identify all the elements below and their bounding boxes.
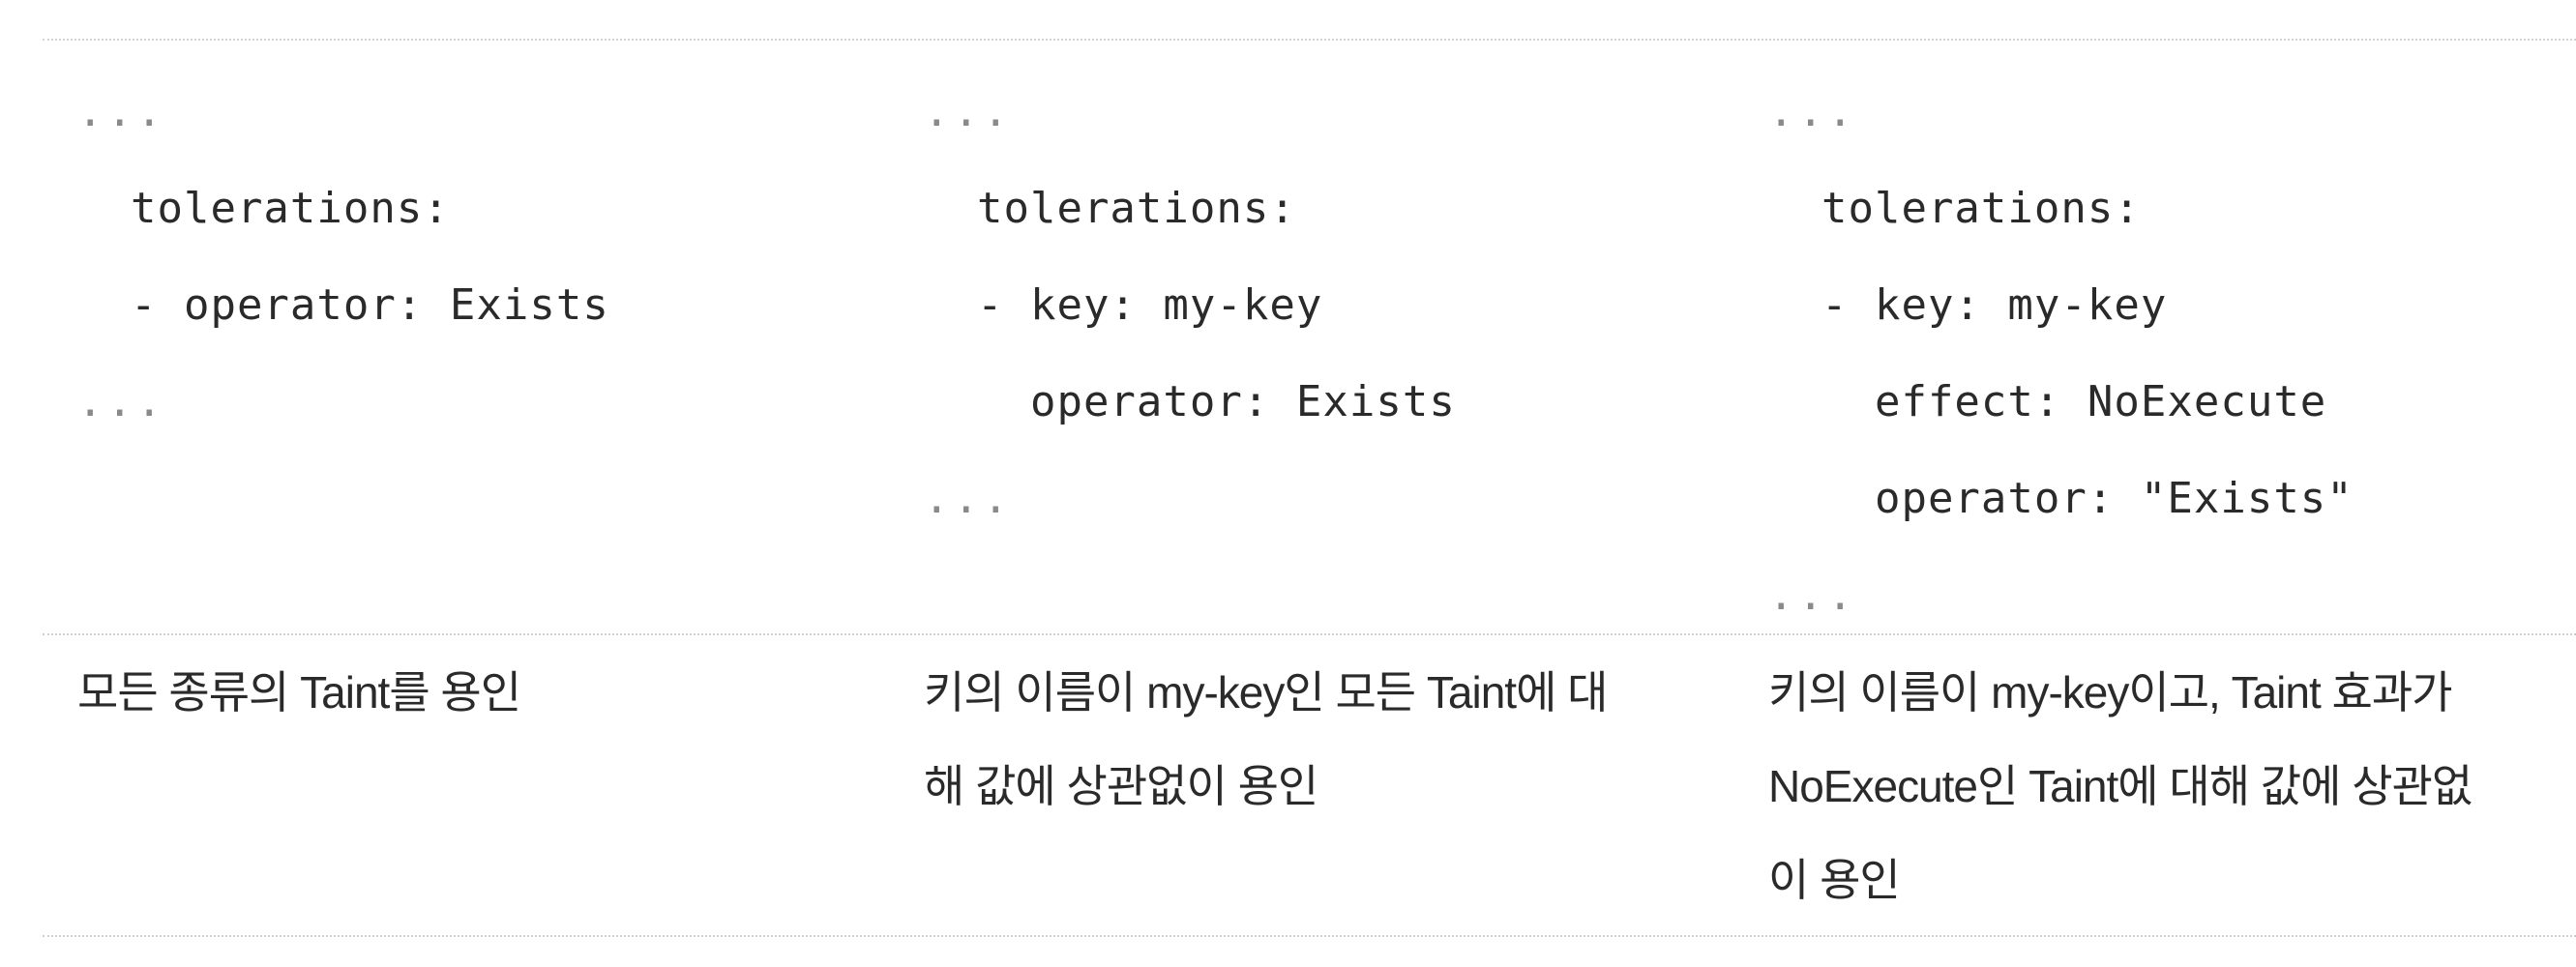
table-middle-rule: [43, 633, 2576, 635]
code-line: tolerations:: [1768, 184, 2141, 233]
code-line: ...: [924, 87, 1013, 136]
code-block-3: ... tolerations: - key: my-key effect: N…: [1768, 64, 2354, 644]
description-line: 키의 이름이 my-key인 모든 Taint에 대: [924, 667, 1609, 718]
description-1: 모든 종류의 Taint를 용인: [77, 646, 880, 740]
code-line: ...: [77, 377, 166, 426]
code-block-1: ... tolerations: - operator: Exists ...: [77, 64, 609, 451]
code-line: operator: Exists: [924, 377, 1456, 426]
description-line: NoExecute인 Taint에 대해 값에 상관없: [1768, 761, 2472, 811]
code-line: - key: my-key: [924, 280, 1323, 330]
code-line: tolerations:: [77, 184, 450, 233]
code-line: effect: NoExecute: [1768, 377, 2327, 426]
table-top-rule: [43, 39, 2576, 41]
code-line: ...: [1768, 87, 1857, 136]
description-line: 모든 종류의 Taint를 용인: [77, 667, 521, 718]
code-line: tolerations:: [924, 184, 1296, 233]
code-line: - key: my-key: [1768, 280, 2168, 330]
code-line: ...: [1768, 571, 1857, 620]
description-3: 키의 이름이 my-key이고, Taint 효과가 NoExecute인 Ta…: [1768, 646, 2557, 927]
description-line: 해 값에 상관없이 용인: [924, 761, 1318, 811]
code-line: operator: "Exists": [1768, 474, 2354, 523]
code-block-2: ... tolerations: - key: my-key operator:…: [924, 64, 1456, 547]
code-line: ...: [77, 87, 166, 136]
description-line: 이 용인: [1768, 855, 1901, 905]
code-line: - operator: Exists: [77, 280, 609, 330]
table-bottom-rule: [43, 935, 2576, 937]
code-line: ...: [924, 474, 1013, 523]
description-line: 키의 이름이 my-key이고, Taint 효과가: [1768, 667, 2453, 718]
description-2: 키의 이름이 my-key인 모든 Taint에 대 해 값에 상관없이 용인: [924, 646, 1727, 834]
